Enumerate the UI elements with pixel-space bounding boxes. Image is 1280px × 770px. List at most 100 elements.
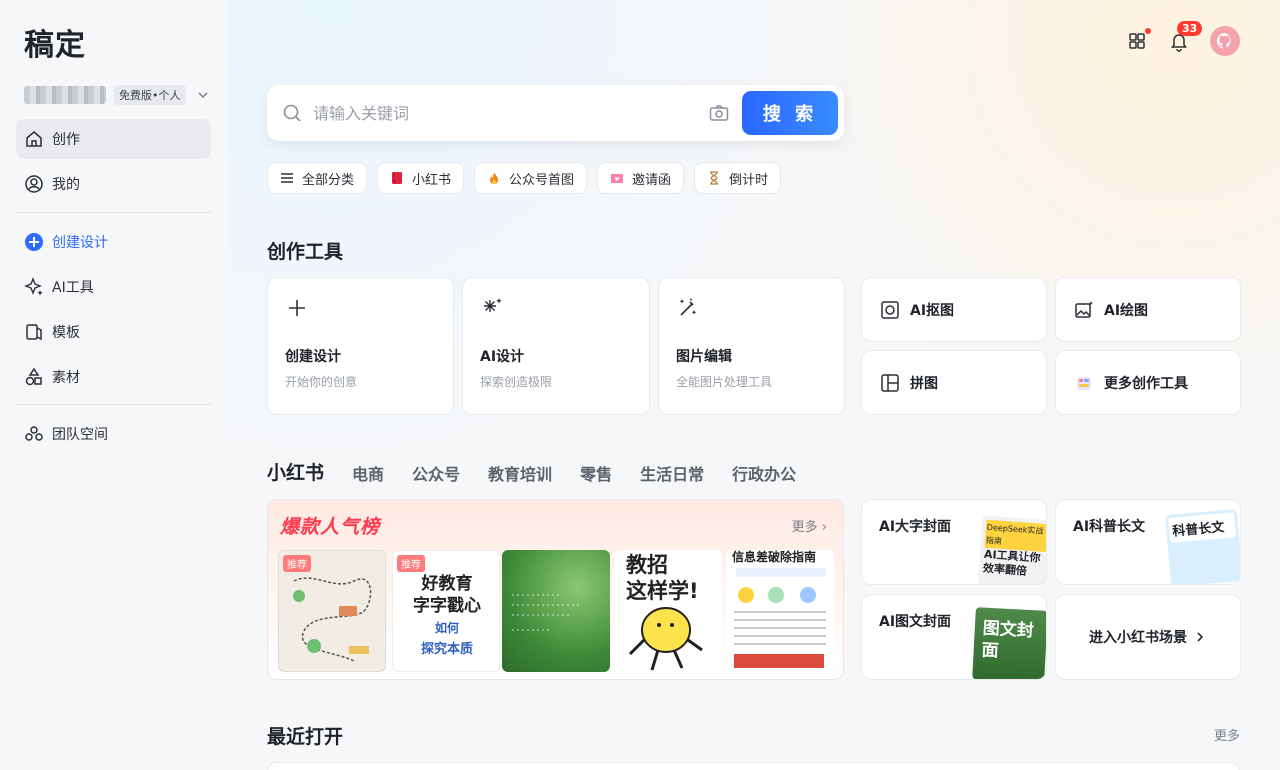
tab-education[interactable]: 教育培训 [488,461,552,485]
sidebar-item-label: 创作 [52,132,80,148]
apps-button[interactable] [1126,28,1151,52]
tab-office[interactable]: 行政办公 [732,461,796,485]
scene-tabs: 小红书 电商 公众号 教育培训 零售 生活日常 行政办公 [267,458,796,485]
chip-label: 公众号首图 [509,172,575,188]
github-cat-icon [1216,33,1231,49]
template-thumbnail[interactable]: 教招 这样学! [614,550,722,672]
avatar[interactable] [1210,26,1240,56]
image-sparkle-icon [1075,300,1094,318]
tool-ai-drawing[interactable]: AI绘图 [1055,277,1241,342]
chevron-right-icon [1197,632,1204,642]
app-logo[interactable]: 稿定 [24,20,86,64]
search-box: 搜 索 [267,85,844,141]
template-thumbnail[interactable]: 信息差破除指南 [726,550,834,672]
chip-xiaohongshu[interactable]: 小红书 [377,162,465,194]
tool-card-title: AI设计 [480,349,525,365]
plus-circle-icon [25,233,43,251]
category-chips: 全部分类 小红书 公众号首图 邀请函 倒计时 [267,162,782,194]
tab-daily-life[interactable]: 生活日常 [640,461,704,485]
chevron-down-icon [197,92,208,99]
notification-count-badge: 33 [1177,21,1203,36]
xhs-card-title: AI科普长文 [1073,519,1146,535]
preview-text: 科普长文 [1168,512,1237,543]
sidebar-item-mine[interactable]: 我的 [16,164,211,204]
template-thumbnail[interactable]: 推荐 好教育 字字戳心 如何 探究本质 [392,550,500,672]
xhs-card-ai-image-text-cover[interactable]: AI图文封面 图文封面 [861,594,1047,680]
sidebar-item-templates[interactable]: 模板 [16,312,211,352]
hot-ranking-title: 爆款人气榜 [280,516,381,538]
tool-card-ai-design[interactable]: AI设计 探索创造极限 [462,277,650,415]
tool-card-title: 图片编辑 [676,349,732,365]
xhs-card-ai-science-article[interactable]: AI科普长文 科普长文 [1055,499,1241,585]
chip-countdown[interactable]: 倒计时 [694,162,782,194]
sidebar-item-label: AI工具 [52,280,94,296]
chip-invitation[interactable]: 邀请函 [597,162,685,194]
tab-xiaohongshu[interactable]: 小红书 [267,458,324,485]
search-button[interactable]: 搜 索 [742,91,838,135]
grid-icon [1129,33,1145,49]
tool-label: AI绘图 [1104,302,1149,319]
thumbnail-line: 如何 [434,621,459,635]
xhs-card-ai-big-text-cover[interactable]: AI大字封面 DeepSeek实战指南 AI工具让你效率翻倍 [861,499,1047,585]
tool-card-image-edit[interactable]: 图片编辑 全能图片处理工具 [658,277,845,415]
tool-label: 拼图 [910,375,938,392]
xhs-enter-scene-button[interactable]: 进入小红书场景 [1055,594,1241,680]
tool-more[interactable]: 更多创作工具 [1055,350,1241,415]
sidebar-item-ai-tools[interactable]: AI工具 [16,267,211,307]
template-icon [26,324,42,341]
hot-ranking-banner: 爆款人气榜 更多 › 推荐 推荐 好教育 字字戳心 如何 探究本质 教招 这样学… [267,499,844,680]
sparkle-icon [24,277,43,296]
tools-section-title: 创作工具 [267,241,344,263]
sidebar: 稿定 免费版•个人 创作 我的 创建设计 AI工具 模板 素材 团队空间 [0,0,227,770]
chip-label: 邀请函 [632,172,672,188]
template-thumbnail[interactable]: 推荐 [278,550,386,672]
sidebar-item-team[interactable]: 团队空间 [16,414,211,454]
sidebar-item-label: 模板 [52,325,80,341]
recommend-tag: 推荐 [283,555,311,572]
thumbnail-text: 好教育 字字戳心 如何 探究本质 [401,573,493,661]
ai-sparkle-icon [484,298,502,312]
sidebar-item-label: 团队空间 [52,427,108,443]
tool-collage[interactable]: 拼图 [861,350,1047,415]
preview-text: 图文封面 [981,618,1035,662]
chip-label: 小红书 [412,172,452,188]
magic-wand-icon [679,298,697,316]
tab-ecommerce[interactable]: 电商 [352,461,384,485]
enter-scene-label: 进入小红书场景 [1089,630,1187,646]
sidebar-item-new-design[interactable]: 创建设计 [16,222,211,262]
hot-more-link[interactable]: 更多 › [792,516,827,535]
tool-card-title: 创建设计 [285,349,341,365]
tab-wechat[interactable]: 公众号 [412,461,460,485]
plus-icon [289,300,305,316]
sidebar-divider [16,212,211,213]
sidebar-item-label: 创建设计 [52,235,108,251]
tool-card-subtitle: 探索创造极限 [480,375,553,389]
account-switcher[interactable]: 免费版•个人 [24,85,210,105]
shapes-icon [25,367,42,386]
tool-ai-cutout[interactable]: AI抠图 [861,277,1047,342]
chip-all-categories[interactable]: 全部分类 [267,162,368,194]
envelope-heart-icon [611,174,624,183]
search-input[interactable] [313,103,708,123]
sidebar-item-materials[interactable]: 素材 [16,357,211,397]
cartoon-character-art [628,607,703,671]
main-content: 33 搜 索 全部分类 小红书 公众号首图 邀请函 倒计时 [227,0,1280,770]
camera-icon[interactable] [708,102,730,124]
cutout-icon [881,300,899,319]
xhs-card-preview: 图文封面 [972,607,1046,679]
chip-wechat-cover[interactable]: 公众号首图 [474,162,588,194]
sidebar-divider [16,404,211,405]
sidebar-item-label: 素材 [52,370,80,386]
tab-retail[interactable]: 零售 [580,461,612,485]
tool-label: AI抠图 [910,302,955,319]
recent-list [267,762,1240,770]
notifications-button[interactable]: 33 [1168,21,1203,52]
recent-more-link[interactable]: 更多 [1214,725,1240,744]
tool-label: 更多创作工具 [1104,375,1188,392]
tool-card-create-design[interactable]: 创建设计 开始你的创意 [267,277,454,415]
xhs-card-preview: 科普长文 [1164,508,1240,584]
account-name-blurred [24,86,106,104]
template-thumbnail[interactable] [502,550,610,672]
sidebar-item-create[interactable]: 创作 [16,119,211,159]
menu-icon [281,173,293,183]
